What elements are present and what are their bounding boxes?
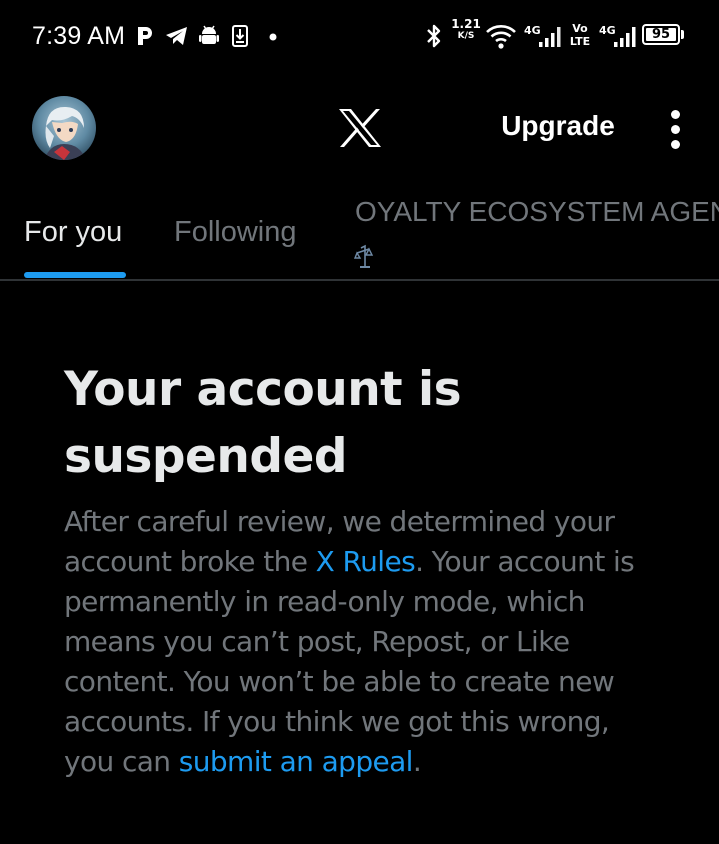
suspension-text-2: . Your account is permanently in read-on…: [64, 545, 635, 778]
network-speed: 1.21 K/S: [451, 17, 481, 41]
suspension-text-3: .: [412, 745, 422, 778]
battery-icon: 95: [642, 24, 680, 45]
volte-badge: Vo LTE: [569, 22, 591, 48]
bluetooth-icon: [427, 24, 441, 48]
x-logo-icon: [339, 109, 381, 147]
cell-signal-icon: [539, 27, 561, 47]
tab-following[interactable]: Following: [174, 216, 297, 249]
upgrade-button[interactable]: Upgrade: [486, 110, 630, 142]
battery-tip: [681, 30, 684, 39]
download-icon: [232, 25, 248, 47]
parking-icon: [138, 27, 152, 45]
tab-list[interactable]: OYALTY ECOSYSTEM AGEN: [355, 196, 719, 228]
x-rules-link[interactable]: X Rules: [316, 545, 416, 578]
status-bar: 7:39 AM 1.21 K/S 4G Vo LTE 4G 95: [0, 0, 719, 72]
suspension-title: Your account is suspended: [64, 362, 462, 484]
tab-divider: [0, 279, 719, 281]
wifi-icon: [486, 25, 516, 49]
battery-level: 95: [646, 28, 676, 41]
suspension-message: After careful review, we determined your…: [64, 502, 659, 782]
dot-icon: [269, 33, 277, 41]
telegram-icon: [166, 27, 187, 45]
status-time: 7:39 AM: [32, 22, 126, 50]
avatar-image: [32, 96, 96, 160]
avatar[interactable]: [32, 96, 96, 160]
more-options-icon[interactable]: [660, 106, 692, 152]
cell-signal-icon-2: [614, 27, 636, 47]
android-icon: [199, 25, 219, 44]
submit-appeal-link[interactable]: submit an appeal: [179, 745, 414, 778]
active-tab-indicator: [24, 272, 126, 278]
tab-for-you[interactable]: For you: [24, 216, 122, 249]
scales-icon: [354, 244, 374, 268]
